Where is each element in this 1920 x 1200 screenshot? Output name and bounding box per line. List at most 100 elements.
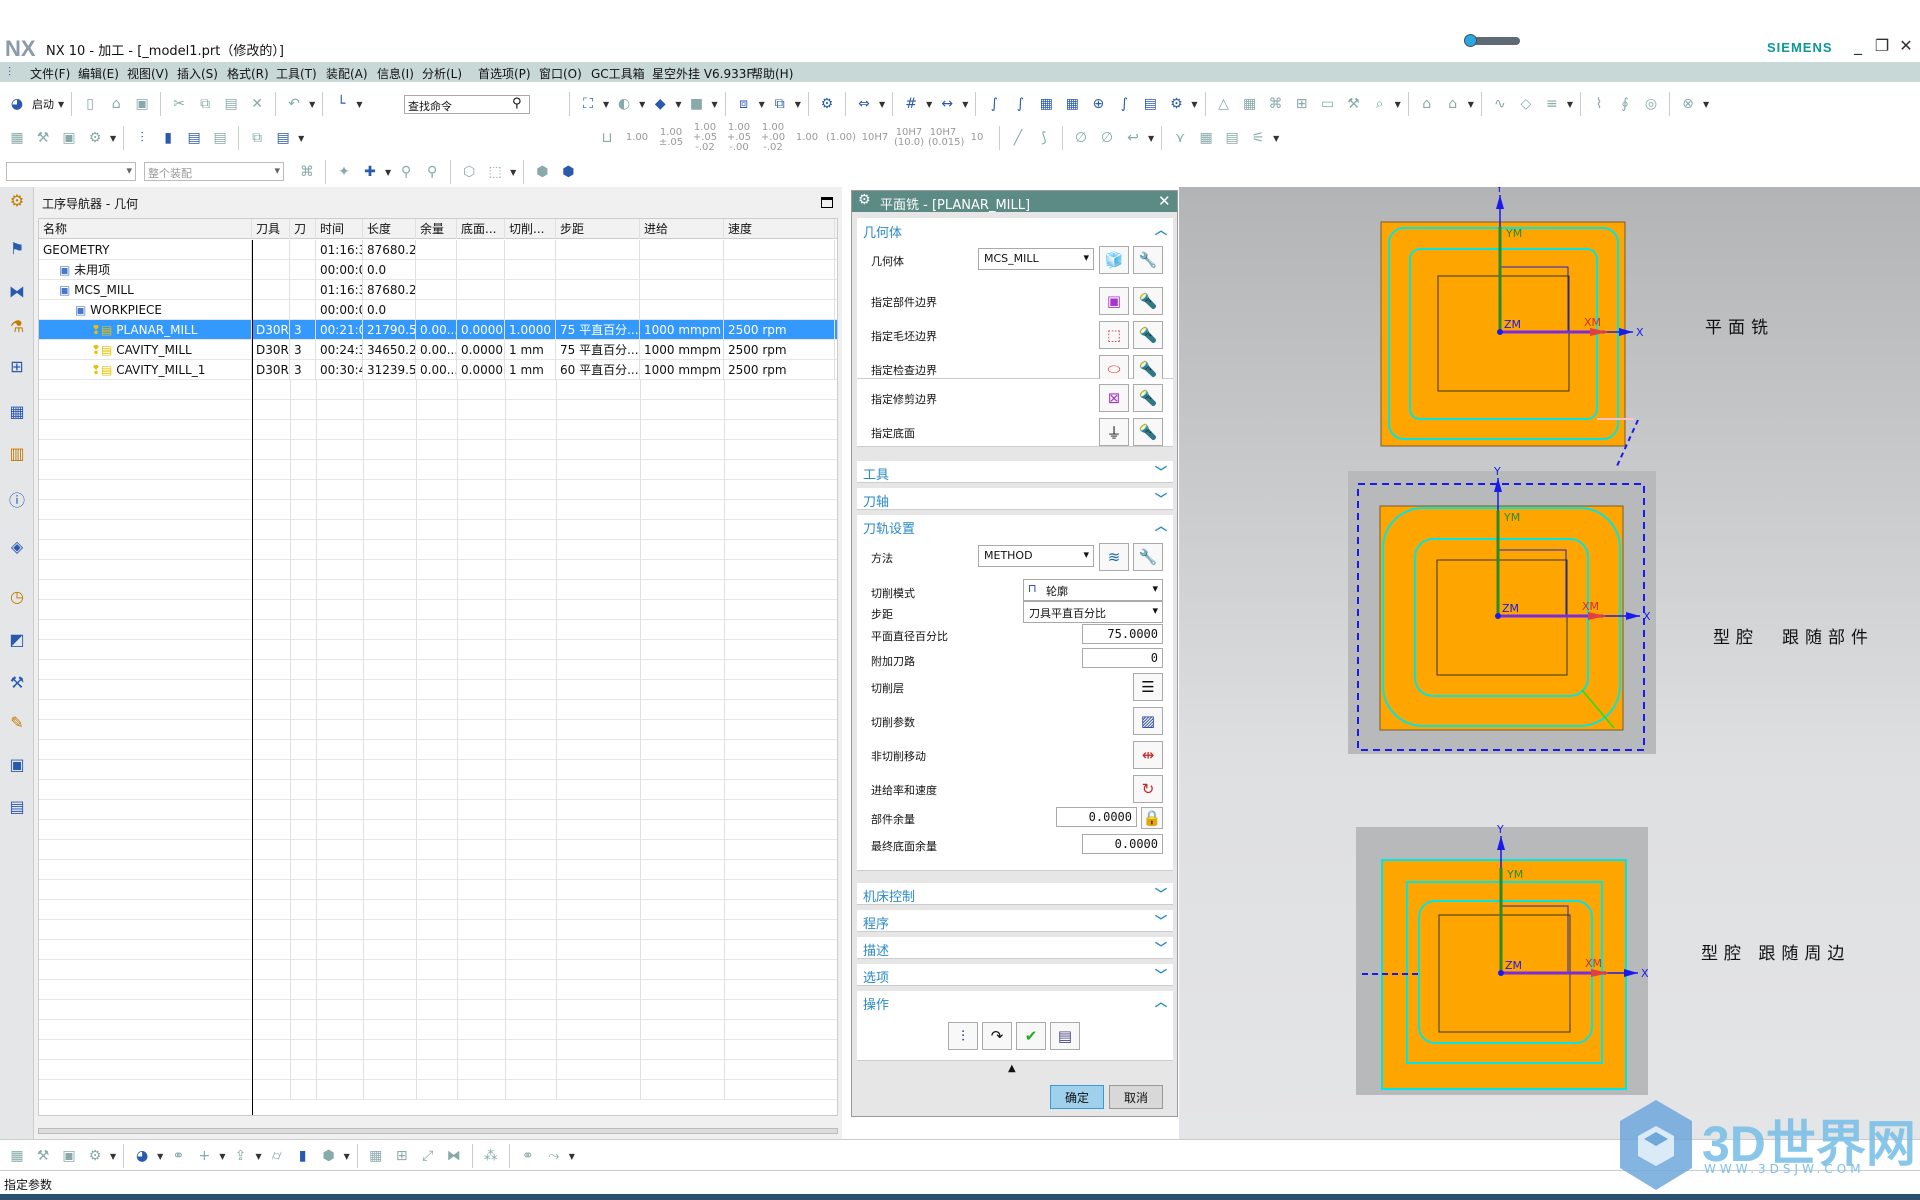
stepover-select[interactable]: 刀具平直百分比	[1023, 601, 1163, 623]
dimension-icon[interactable]: ↔	[936, 93, 958, 115]
snap-icon[interactable]: ✦	[333, 161, 355, 183]
box-icon[interactable]: ⬚	[484, 161, 506, 183]
dropdown-arrow-icon[interactable]: ▼	[356, 100, 362, 109]
dropdown-arrow-icon[interactable]: ▼	[1468, 100, 1474, 109]
tree-icon[interactable]: ⌘	[1265, 93, 1287, 115]
generate-icon[interactable]: ∫	[983, 93, 1005, 115]
close-button[interactable]: ✕	[1894, 36, 1918, 55]
pattern-icon[interactable]: ⁂	[480, 1145, 502, 1167]
shaded-icon[interactable]: ◐	[613, 93, 635, 115]
section-header[interactable]: 刀轨设置	[863, 518, 915, 537]
dropdown-arrow-icon[interactable]: ▼	[344, 1152, 350, 1161]
origin-icon[interactable]: ⊕	[1087, 93, 1109, 115]
cancel-button[interactable]: 取消	[1109, 1085, 1163, 1109]
lock2-icon[interactable]: ⌂	[1442, 93, 1464, 115]
wire-icon[interactable]: ⬢	[318, 1145, 340, 1167]
assembly-filter[interactable]: 整个装配	[144, 162, 284, 181]
menu-item[interactable]: 工具(T)	[276, 65, 317, 82]
axis-icon[interactable]: ⚲	[395, 161, 417, 183]
resource-tab-icon[interactable]: ▤	[6, 797, 28, 819]
weld-icon[interactable]: ⚒	[1343, 93, 1365, 115]
section-header[interactable]: 选项	[863, 967, 889, 986]
move-icon[interactable]: ⤢	[417, 1145, 439, 1167]
point-icon[interactable]: ✚	[359, 161, 381, 183]
block-icon[interactable]: ▮	[292, 1145, 314, 1167]
menu-item[interactable]: 星空外挂 V6.933F	[652, 65, 753, 82]
create-method-icon[interactable]: ⚙	[84, 127, 106, 149]
dropdown-arrow-icon[interactable]: ▼	[219, 1152, 225, 1161]
replay-icon[interactable]: ∫	[1009, 93, 1031, 115]
extrude-icon[interactable]: ⇪	[229, 1145, 251, 1167]
shop-docs-icon[interactable]: ▤	[209, 127, 231, 149]
triangle-icon[interactable]: △	[1213, 93, 1235, 115]
hex-icon[interactable]: ⬡	[458, 161, 480, 183]
dropdown-arrow-icon[interactable]: ▼	[110, 1152, 116, 1161]
cut-icon[interactable]: ✂	[168, 93, 190, 115]
cube-icon[interactable]: ◆	[649, 93, 671, 115]
group-icon[interactable]: ⊞	[1291, 93, 1313, 115]
tolerance-format-button[interactable]: 1.00	[622, 133, 652, 143]
section-tool-axis[interactable]: 刀轴 ﹀	[857, 488, 1173, 510]
chart-icon[interactable]: ⚟	[1247, 127, 1269, 149]
operation-name[interactable]: ❢▤ CAVITY_MILL	[39, 340, 252, 360]
chevron-down-icon[interactable]: ﹀	[1155, 912, 1167, 929]
operation-name[interactable]: ▣ WORKPIECE	[39, 300, 252, 320]
operation-name[interactable]: ❢▤ PLANAR_MILL	[39, 320, 252, 340]
flashlight-icon[interactable]: 🔦	[1133, 321, 1163, 349]
background-icon[interactable]: ■	[685, 93, 707, 115]
table-row[interactable]: GEOMETRY 01:16:3787680.2	[39, 240, 837, 260]
chevron-down-icon[interactable]: ﹀	[1155, 885, 1167, 902]
column-header[interactable]: 进给	[640, 219, 724, 239]
resource-tab-icon[interactable]: ◈	[6, 537, 28, 559]
section-icon[interactable]: ⧈	[733, 93, 755, 115]
line-icon[interactable]: ╱	[1007, 127, 1029, 149]
menu-item[interactable]: 信息(I)	[377, 65, 414, 82]
tolerance-format-button[interactable]: 10H7	[860, 133, 890, 143]
chevron-up-icon[interactable]: ︿	[1155, 221, 1167, 238]
section-header[interactable]: 描述	[863, 940, 889, 959]
menu-item[interactable]: 窗口(O)	[539, 65, 582, 82]
collapse-arrow-icon[interactable]: ▲	[1008, 1063, 1016, 1074]
extra-passes-input[interactable]: 0	[1082, 648, 1163, 668]
surface-icon[interactable]: ◇	[1515, 93, 1537, 115]
dropdown-arrow-icon[interactable]: ▼	[298, 134, 304, 143]
chevron-up-icon[interactable]: ︿	[1155, 993, 1167, 1010]
resource-tab-icon[interactable]: ⚗	[6, 317, 28, 339]
menu-icon[interactable]: ⫶	[8, 65, 11, 80]
machine-tool-icon[interactable]: ⚒	[32, 1145, 54, 1167]
cylinder-icon[interactable]: ⌭	[266, 1145, 288, 1167]
table-row[interactable]: ▣ MCS_MILL 01:16:3787680.2	[39, 280, 837, 300]
part-boundary-icon[interactable]: ▣	[1099, 287, 1129, 315]
dropdown-arrow-icon[interactable]: ▼	[569, 1152, 575, 1161]
new-icon[interactable]: ▯	[79, 93, 101, 115]
generate-icon[interactable]: ⫶	[948, 1022, 978, 1050]
column-header[interactable]: 时间	[316, 219, 363, 239]
dropdown-arrow-icon[interactable]: ▼	[1395, 100, 1401, 109]
edit-wrench-icon[interactable]: 🔧	[1133, 246, 1163, 274]
column-divider[interactable]	[252, 240, 253, 1115]
dropdown-arrow-icon[interactable]: ▼	[385, 168, 391, 177]
menu-item[interactable]: 格式(R)	[227, 65, 269, 82]
fit-icon[interactable]: ⛶	[577, 93, 599, 115]
lock-icon[interactable]: 🔒	[1141, 807, 1163, 829]
flashlight-icon[interactable]: 🔦	[1133, 287, 1163, 315]
dropdown-arrow-icon[interactable]: ▼	[510, 168, 516, 177]
geometry-view-icon[interactable]: ▣	[58, 1145, 80, 1167]
resource-tab-icon[interactable]: ⧓	[6, 282, 28, 304]
section-machine-control[interactable]: 机床控制 ﹀	[857, 883, 1173, 905]
output-cls-icon[interactable]: ▤	[272, 127, 294, 149]
dropdown-arrow-icon[interactable]: ▼	[603, 100, 609, 109]
replay-icon[interactable]: ↷	[982, 1022, 1012, 1050]
table-row[interactable]: ❢▤ PLANAR_MILLD30R5300:21:0821790.50.00.…	[39, 320, 837, 340]
add-comp-icon[interactable]: ⊞	[391, 1145, 413, 1167]
selection-filter[interactable]	[6, 162, 136, 181]
assembly-nav-icon[interactable]: ⌘	[296, 161, 318, 183]
table-row[interactable]: ❢▤ CAVITY_MILL_1D30R5300:30:4731239.50.0…	[39, 360, 837, 380]
dropdown-arrow-icon[interactable]: ▼	[1148, 134, 1154, 143]
window-icon[interactable]: ▦	[365, 1145, 387, 1167]
resource-tab-icon[interactable]: ◩	[6, 630, 28, 652]
chevron-down-icon[interactable]: ﹀	[1155, 939, 1167, 956]
tolerance-format-button[interactable]: 1.00 +.00 -.02	[758, 123, 788, 153]
section-header[interactable]: 几何体	[863, 222, 902, 241]
method-select[interactable]: METHOD	[978, 545, 1094, 567]
